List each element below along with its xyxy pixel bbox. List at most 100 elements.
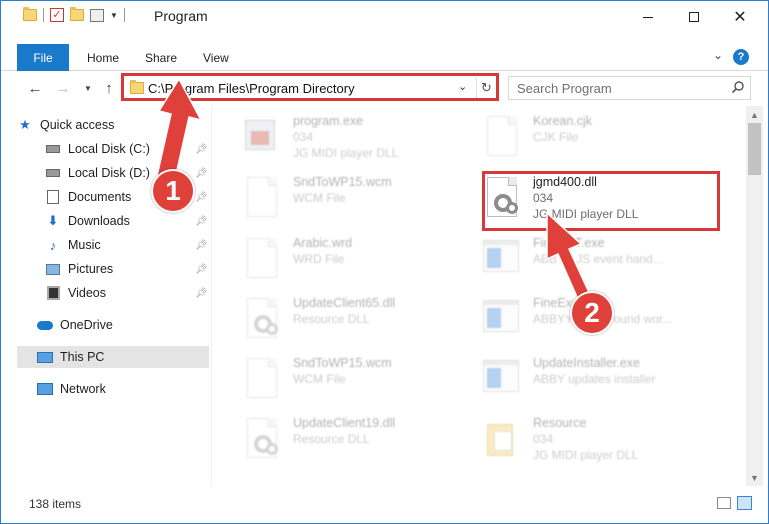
maximize-button[interactable] [671, 1, 717, 33]
back-arrow-icon: ← [27, 79, 43, 97]
tab-view[interactable]: View [203, 44, 229, 71]
this-pc-icon [37, 349, 53, 365]
file-item[interactable]: Resource 034 JG MIDI player DLL [463, 410, 703, 468]
expand-ribbon-icon[interactable]: ⌄ [713, 48, 723, 62]
pin-icon[interactable]: 📌︎ [195, 288, 208, 299]
tab-file[interactable]: File [17, 44, 69, 71]
pin-icon[interactable]: 📌︎ [195, 144, 208, 155]
file-item[interactable]: program.exe 034 JG MIDI player DLL [223, 108, 463, 166]
tiles-view-icon[interactable] [737, 496, 752, 510]
sidebar-item-network[interactable]: Network [17, 378, 209, 400]
sidebar-item-label: Local Disk (C:) [68, 142, 150, 156]
folder-icon [130, 80, 144, 94]
pictures-icon [45, 261, 61, 277]
file-item[interactable]: SndToWP15.wcm WCM File [223, 169, 463, 227]
star-icon: ★ [19, 117, 31, 132]
chevron-down-icon[interactable]: ⌄ [458, 80, 467, 93]
pin-icon[interactable]: 📌︎ [195, 216, 208, 227]
window-title: Program [154, 8, 208, 24]
file-item[interactable]: Arabic.wrd WRD File [223, 230, 463, 288]
ribbon-tabs: File Home Share View ⌄ ? [1, 44, 768, 71]
network-icon [37, 381, 53, 397]
details-view-icon[interactable] [717, 497, 731, 509]
search-box[interactable]: Search Program [508, 76, 751, 100]
navigation-bar: ← → ▼ ↑ C:\Program Files\Program Directo… [1, 72, 768, 104]
sidebar-item-label: Network [60, 382, 106, 396]
sidebar-item-this-pc[interactable]: This PC [17, 346, 209, 368]
file-list: program.exe 034 JG MIDI player DLL Korea… [213, 106, 745, 486]
toolbar-separator [43, 8, 44, 22]
sidebar-item-quick-access[interactable]: ★ Quick access [17, 114, 209, 136]
vertical-scrollbar[interactable]: ▲ ▼ [746, 106, 763, 486]
file-item[interactable]: FinalyST.exe ABBYY JS event hand... [463, 230, 703, 288]
properties-icon[interactable] [90, 8, 104, 22]
customize-toolbar-icon[interactable]: ▼ [110, 11, 118, 20]
forward-arrow-icon: → [55, 79, 71, 97]
pin-icon[interactable]: 📌︎ [195, 264, 208, 275]
sidebar-item-pictures[interactable]: Pictures 📌︎ [45, 258, 209, 280]
sidebar-item-label: Documents [68, 190, 132, 204]
pin-icon[interactable]: 📌︎ [195, 192, 208, 203]
music-icon: ♪ [49, 237, 57, 253]
refresh-button[interactable]: ↻ [476, 78, 496, 98]
sidebar-item-label: OneDrive [60, 318, 113, 332]
navigation-pane: ★ Quick access Local Disk (C:) 📌︎ Local … [1, 106, 209, 486]
search-placeholder[interactable]: Search Program [517, 81, 612, 96]
search-icon[interactable] [731, 80, 745, 94]
up-button[interactable]: ↑ [99, 78, 119, 98]
pin-icon[interactable]: 📌︎ [195, 240, 208, 251]
quick-access-toolbar: ✓ ▼ [23, 7, 125, 22]
file-item[interactable]: UpdateInstaller.exe ABBY updates install… [463, 350, 703, 408]
recent-locations-button[interactable]: ▼ [78, 78, 98, 98]
properties-check-icon[interactable]: ✓ [50, 8, 64, 22]
pin-icon[interactable]: 📌︎ [195, 168, 208, 179]
scroll-up-icon[interactable]: ▲ [746, 106, 763, 123]
file-item-jgmd400-dll[interactable]: jgmd400.dll 034 JG MIDI player DLL [463, 169, 703, 227]
back-button[interactable]: ← [25, 78, 45, 98]
scroll-down-icon[interactable]: ▼ [746, 469, 763, 486]
scroll-thumb[interactable] [748, 123, 761, 175]
close-button[interactable]: ✕ [717, 1, 763, 33]
sidebar-item-local-disk-c[interactable]: Local Disk (C:) 📌︎ [45, 138, 209, 160]
resource-folder-icon [487, 424, 513, 456]
file-item[interactable]: Korean.cjk CJK File [463, 108, 703, 166]
new-folder-icon[interactable] [70, 7, 84, 21]
forward-button[interactable]: → [53, 78, 73, 98]
file-description: JG MIDI player DLL [533, 207, 639, 221]
address-path[interactable]: C:\Program Files\Program Directory [148, 81, 355, 96]
dll-gear-icon [247, 418, 278, 458]
documents-icon [45, 189, 61, 205]
sidebar-item-music[interactable]: ♪ Music 📌︎ [45, 234, 209, 256]
sidebar-item-downloads[interactable]: ⬇ Downloads 📌︎ [45, 210, 209, 232]
drive-icon [45, 165, 61, 181]
sidebar-item-videos[interactable]: Videos 📌︎ [45, 282, 209, 304]
explorer-window: ✓ ▼ Program ✕ File Home Share View ⌄ ? ←… [0, 0, 769, 524]
help-button[interactable]: ? [733, 49, 749, 65]
tab-home[interactable]: Home [87, 44, 119, 71]
sidebar-item-label: Local Disk (D:) [68, 166, 150, 180]
refresh-icon: ↻ [481, 80, 492, 95]
onedrive-icon [37, 317, 53, 333]
status-bar: 138 items [1, 491, 768, 515]
pane-divider[interactable] [211, 106, 212, 486]
file-item[interactable]: UpdateClient65.dll Resource DLL [223, 290, 463, 348]
file-icon [247, 358, 277, 398]
folder-icon [23, 7, 37, 21]
dll-gear-icon [487, 177, 518, 217]
file-icon [247, 177, 277, 217]
app-window-icon [483, 360, 519, 392]
sidebar-item-label: This PC [60, 350, 105, 364]
address-bar[interactable]: C:\Program Files\Program Directory ⌄ ↻ [123, 75, 497, 101]
file-name: jgmd400.dll [533, 175, 597, 189]
step-badge-2: 2 [570, 291, 614, 335]
drive-icon [45, 141, 61, 157]
file-item[interactable]: UpdateClient19.dll Resource DLL [223, 410, 463, 468]
minimize-button[interactable] [625, 1, 671, 33]
sidebar-item-label: Downloads [68, 214, 130, 228]
close-icon: ✕ [733, 9, 747, 26]
file-item[interactable]: SndToWP15.wcm WCM File [223, 350, 463, 408]
sidebar-item-onedrive[interactable]: OneDrive [17, 314, 209, 336]
file-icon [487, 116, 517, 156]
tab-share[interactable]: Share [145, 44, 177, 71]
item-count: 138 items [29, 497, 82, 511]
